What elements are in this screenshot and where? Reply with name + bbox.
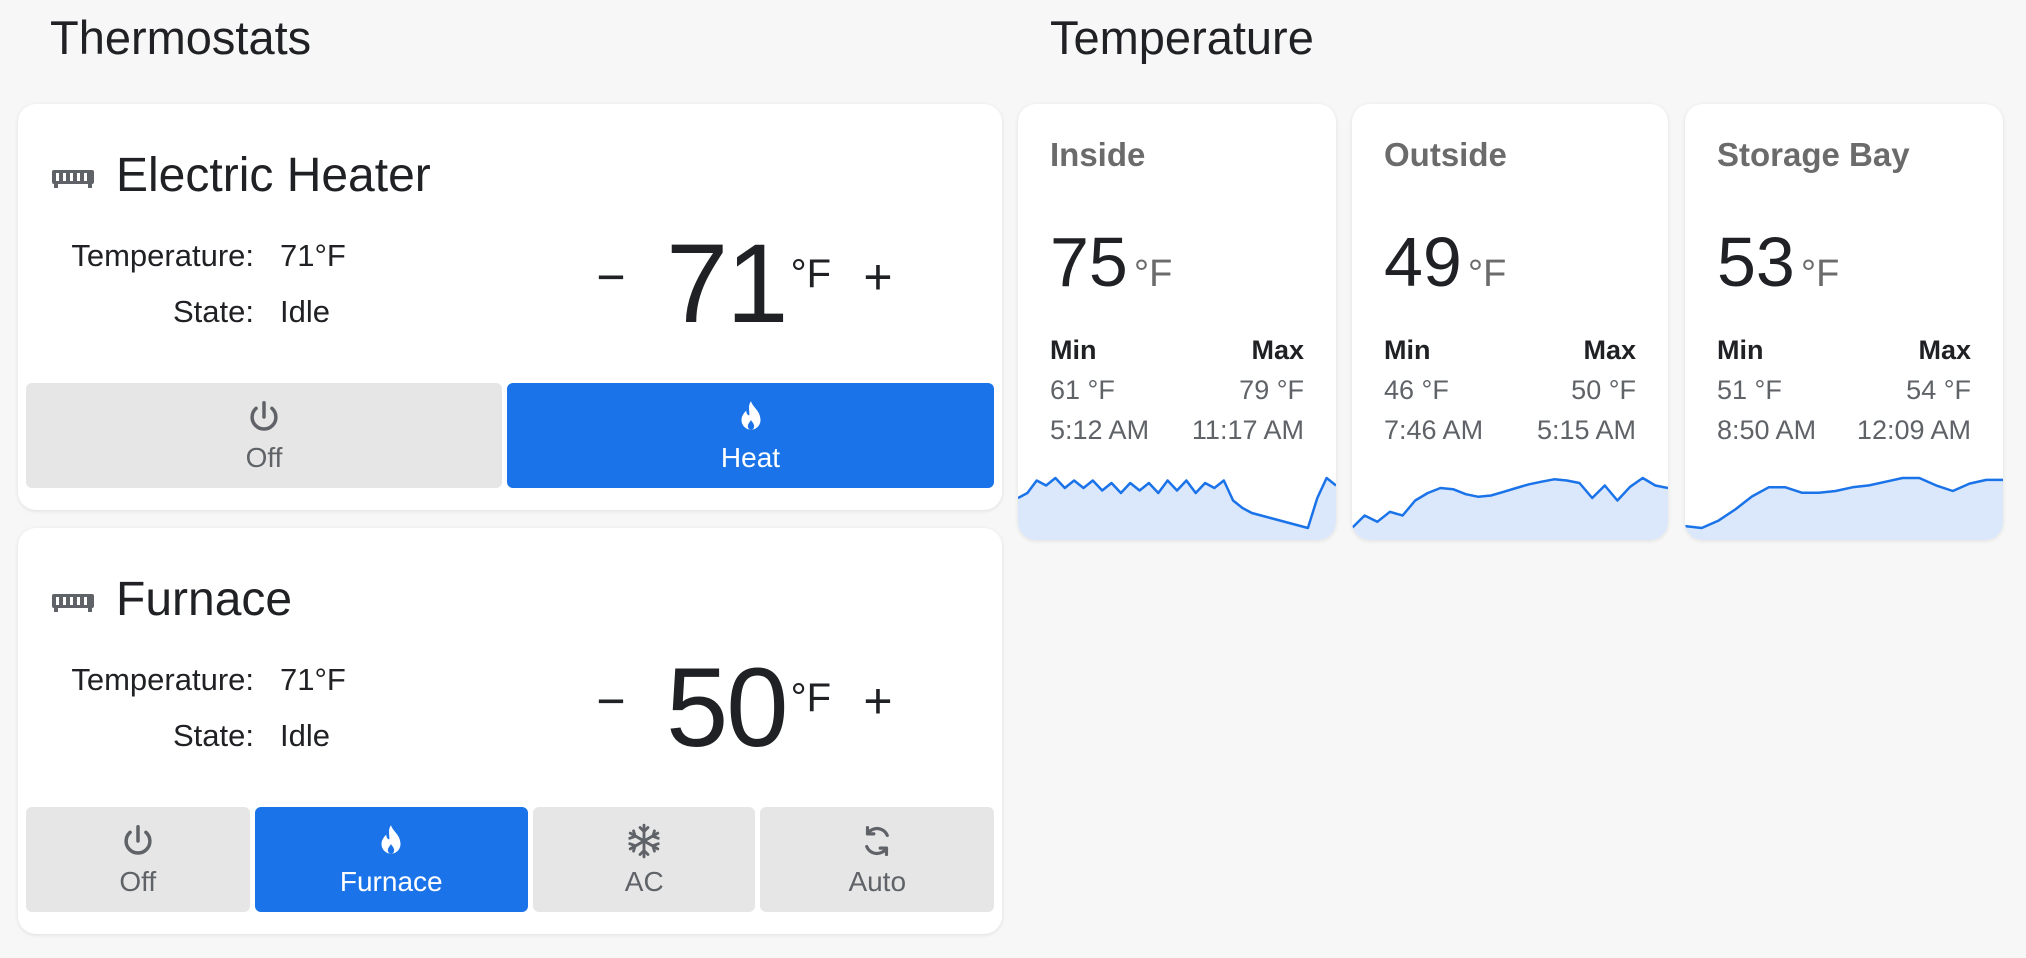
flame-icon (381, 824, 401, 854)
sensor-unit: °F (1133, 253, 1173, 295)
temperature-label: Temperature: (71, 238, 254, 273)
mode-label: Furnace (339, 865, 443, 897)
setpoint-control: − 71 °F + (586, 228, 903, 340)
thermostats-section-title: Thermostats (50, 11, 312, 64)
mode-label: Auto (848, 865, 907, 897)
snowflake-icon (628, 823, 660, 858)
max-label: Max (1251, 335, 1304, 365)
sensor-value: 53 (1717, 223, 1795, 301)
mode-bar: Off Heat (26, 383, 994, 488)
sparkline-area (1352, 478, 1668, 540)
thermostat-header: Furnace (52, 572, 292, 627)
sensor-card-inside[interactable]: Inside 75 °F Min Max 61 °F 79 °F 5:12 AM 11:… (1018, 104, 1336, 540)
setpoint-control: − 50 °F + (586, 652, 903, 764)
flame-icon (741, 400, 760, 430)
thermostat-info: Temperature: 71°F State: Idle (52, 652, 346, 764)
sensor-name: Outside (1384, 136, 1507, 173)
target-temperature: 50 (666, 645, 789, 770)
mode-auto-button[interactable]: Auto (760, 807, 994, 912)
increase-button[interactable]: + (853, 248, 903, 306)
mode-bar: Off Furnace AC Auto (26, 807, 994, 912)
sparkline-chart (1685, 476, 2003, 540)
mode-label: Off (119, 865, 157, 897)
sensor-value: 75 (1050, 223, 1128, 301)
max-time: 11:17 AM (1191, 415, 1304, 445)
min-value: 46 °F (1384, 375, 1449, 405)
sensor-name: Inside (1050, 136, 1146, 173)
thermostat-info: Temperature: 71°F State: Idle (52, 228, 346, 340)
sparkline-chart (1352, 476, 1668, 540)
thermostat-card-electric-heater: Electric Heater Temperature: 71°F State: I… (18, 104, 1002, 510)
power-icon (124, 824, 152, 855)
decrease-button[interactable]: − (586, 248, 636, 306)
mode-off-button[interactable]: Off (26, 383, 502, 488)
max-value: 79 °F (1239, 375, 1304, 405)
mode-label: Off (245, 441, 283, 473)
temperature-label: Temperature: (71, 662, 254, 697)
max-time: 5:15 AM (1536, 415, 1636, 445)
thermostat-name[interactable]: Furnace (116, 572, 292, 627)
sensor-minmax: Min Max 51 °F 54 °F 8:50 AM 12:09 AM (1717, 330, 1971, 450)
target-unit: °F (790, 252, 832, 296)
mode-label: AC (624, 865, 664, 897)
sensor-card-storage-bay[interactable]: Storage Bay 53 °F Min Max 51 °F 54 °F 8:50 … (1685, 104, 2003, 540)
min-time: 8:50 AM (1717, 415, 1817, 445)
min-label: Min (1050, 335, 1097, 365)
mode-heat-button[interactable]: Heat (507, 383, 994, 488)
sparkline-chart (1018, 476, 1336, 540)
mode-off-button[interactable]: Off (26, 807, 250, 912)
power-icon (250, 400, 278, 431)
target-temperature: 71 (666, 221, 789, 346)
state-value: Idle (280, 718, 330, 753)
mode-ac-button[interactable]: AC (532, 807, 756, 912)
increase-button[interactable]: + (853, 672, 903, 730)
max-value: 50 °F (1571, 375, 1636, 405)
temperature-value: 71°F (280, 662, 346, 697)
min-value: 61 °F (1050, 375, 1115, 405)
thermostat-card-furnace: Furnace Temperature: 71°F State: Idle − 50… (18, 528, 1002, 934)
thermostat-header: Electric Heater (52, 148, 431, 203)
sensor-minmax: Min Max 61 °F 79 °F 5:12 AM 11:17 AM (1050, 330, 1304, 450)
min-value: 51 °F (1717, 375, 1782, 405)
state-label: State: (173, 294, 254, 329)
sparkline-area (1685, 478, 2003, 540)
sensor-card-outside[interactable]: Outside 49 °F Min Max 46 °F 50 °F 7:46 AM 5:… (1352, 104, 1668, 540)
min-label: Min (1717, 335, 1764, 365)
temperature-section-title: Temperature (1050, 11, 1314, 64)
state-value: Idle (280, 294, 330, 329)
sensor-minmax: Min Max 46 °F 50 °F 7:46 AM 5:15 AM (1384, 330, 1636, 450)
sensor-unit: °F (1800, 253, 1840, 295)
mode-label: Heat (720, 441, 781, 473)
radiator-icon (52, 593, 94, 612)
min-label: Min (1384, 335, 1431, 365)
max-label: Max (1583, 335, 1636, 365)
max-time: 12:09 AM (1856, 415, 1971, 445)
autorenew-icon (865, 825, 890, 856)
sensor-unit: °F (1467, 253, 1507, 295)
min-time: 5:12 AM (1050, 415, 1150, 445)
radiator-icon (52, 169, 94, 188)
decrease-button[interactable]: − (586, 672, 636, 730)
sensor-name: Storage Bay (1717, 136, 1910, 173)
max-label: Max (1918, 335, 1971, 365)
state-label: State: (173, 718, 254, 753)
target-unit: °F (790, 676, 832, 720)
sensor-value: 49 (1384, 223, 1462, 301)
max-value: 54 °F (1906, 375, 1971, 405)
thermostat-name[interactable]: Electric Heater (116, 148, 431, 203)
min-time: 7:46 AM (1384, 415, 1484, 445)
mode-furnace-button[interactable]: Furnace (254, 807, 528, 912)
temperature-value: 71°F (280, 238, 346, 273)
